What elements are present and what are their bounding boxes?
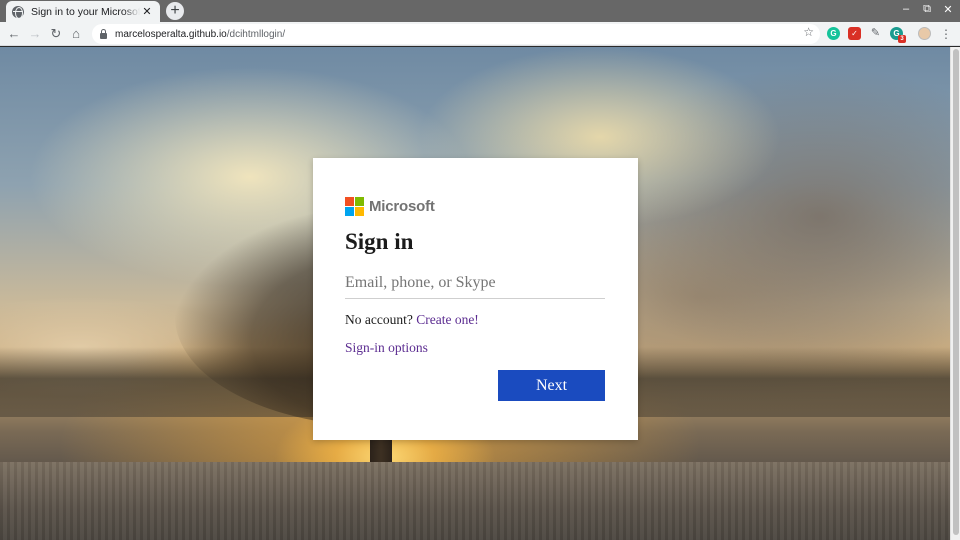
signin-card: Microsoft Sign in No account? Create one… [313,158,638,440]
reload-icon[interactable]: ↻ [47,25,65,43]
url-text: marcelosperalta.github.io/dcihtmllogin/ [115,28,286,40]
back-icon[interactable]: ← [5,25,23,43]
browser-tab[interactable]: Sign in to your Microsoft account ✕ [6,1,160,22]
frosty-field [0,462,950,540]
eyedropper-icon[interactable]: ✎ [869,27,882,40]
lock-icon [100,28,107,39]
button-row: Next [498,370,605,401]
tab-close-icon[interactable]: ✕ [140,5,154,18]
microsoft-logo: Microsoft [345,196,606,216]
avatar[interactable] [918,27,931,40]
menu-kebab-icon[interactable]: ⋮ [937,25,955,43]
window-close-icon[interactable]: ✕ [938,3,958,16]
logo-square-green [355,196,364,206]
extension-badge-icon[interactable]: G 3 [890,27,906,43]
signin-options-link[interactable]: Sign-in options [345,340,606,356]
home-icon[interactable]: ⌂ [67,25,85,43]
logo-square-blue [345,206,354,216]
address-bar[interactable]: marcelosperalta.github.io/dcihtmllogin/ … [92,24,820,44]
globe-icon [12,5,24,19]
extension-badge-count: 3 [898,35,906,43]
restore-icon[interactable]: ⧉ [917,3,937,16]
no-account-row: No account? Create one! [345,312,606,328]
forward-icon[interactable]: → [26,25,44,43]
create-account-link[interactable]: Create one! [416,312,479,327]
brand-name: Microsoft [369,197,435,215]
page-scrollbar[interactable] [950,47,960,540]
shield-icon[interactable]: ✓ [848,27,861,40]
bookmark-star-icon[interactable]: ☆ [803,25,814,39]
next-button[interactable]: Next [498,370,605,401]
logo-square-red [345,196,354,206]
page-title: Sign in [345,229,414,254]
logo-square-yellow [355,206,364,216]
minimize-icon[interactable]: – [896,3,916,15]
grammarly-icon[interactable]: G [827,27,840,40]
scrollbar-thumb[interactable] [953,49,959,535]
microsoft-logo-icon [345,196,364,216]
email-field[interactable] [345,267,605,299]
browser-toolbar: ← → ↻ ⌂ marcelosperalta.github.io/dcihtm… [0,22,960,46]
no-account-label: No account? [345,312,413,327]
tab-strip: Sign in to your Microsoft account ✕ + – … [0,0,960,22]
new-tab-button[interactable]: + [166,2,184,20]
tab-title: Sign in to your Microsoft account [31,5,140,18]
